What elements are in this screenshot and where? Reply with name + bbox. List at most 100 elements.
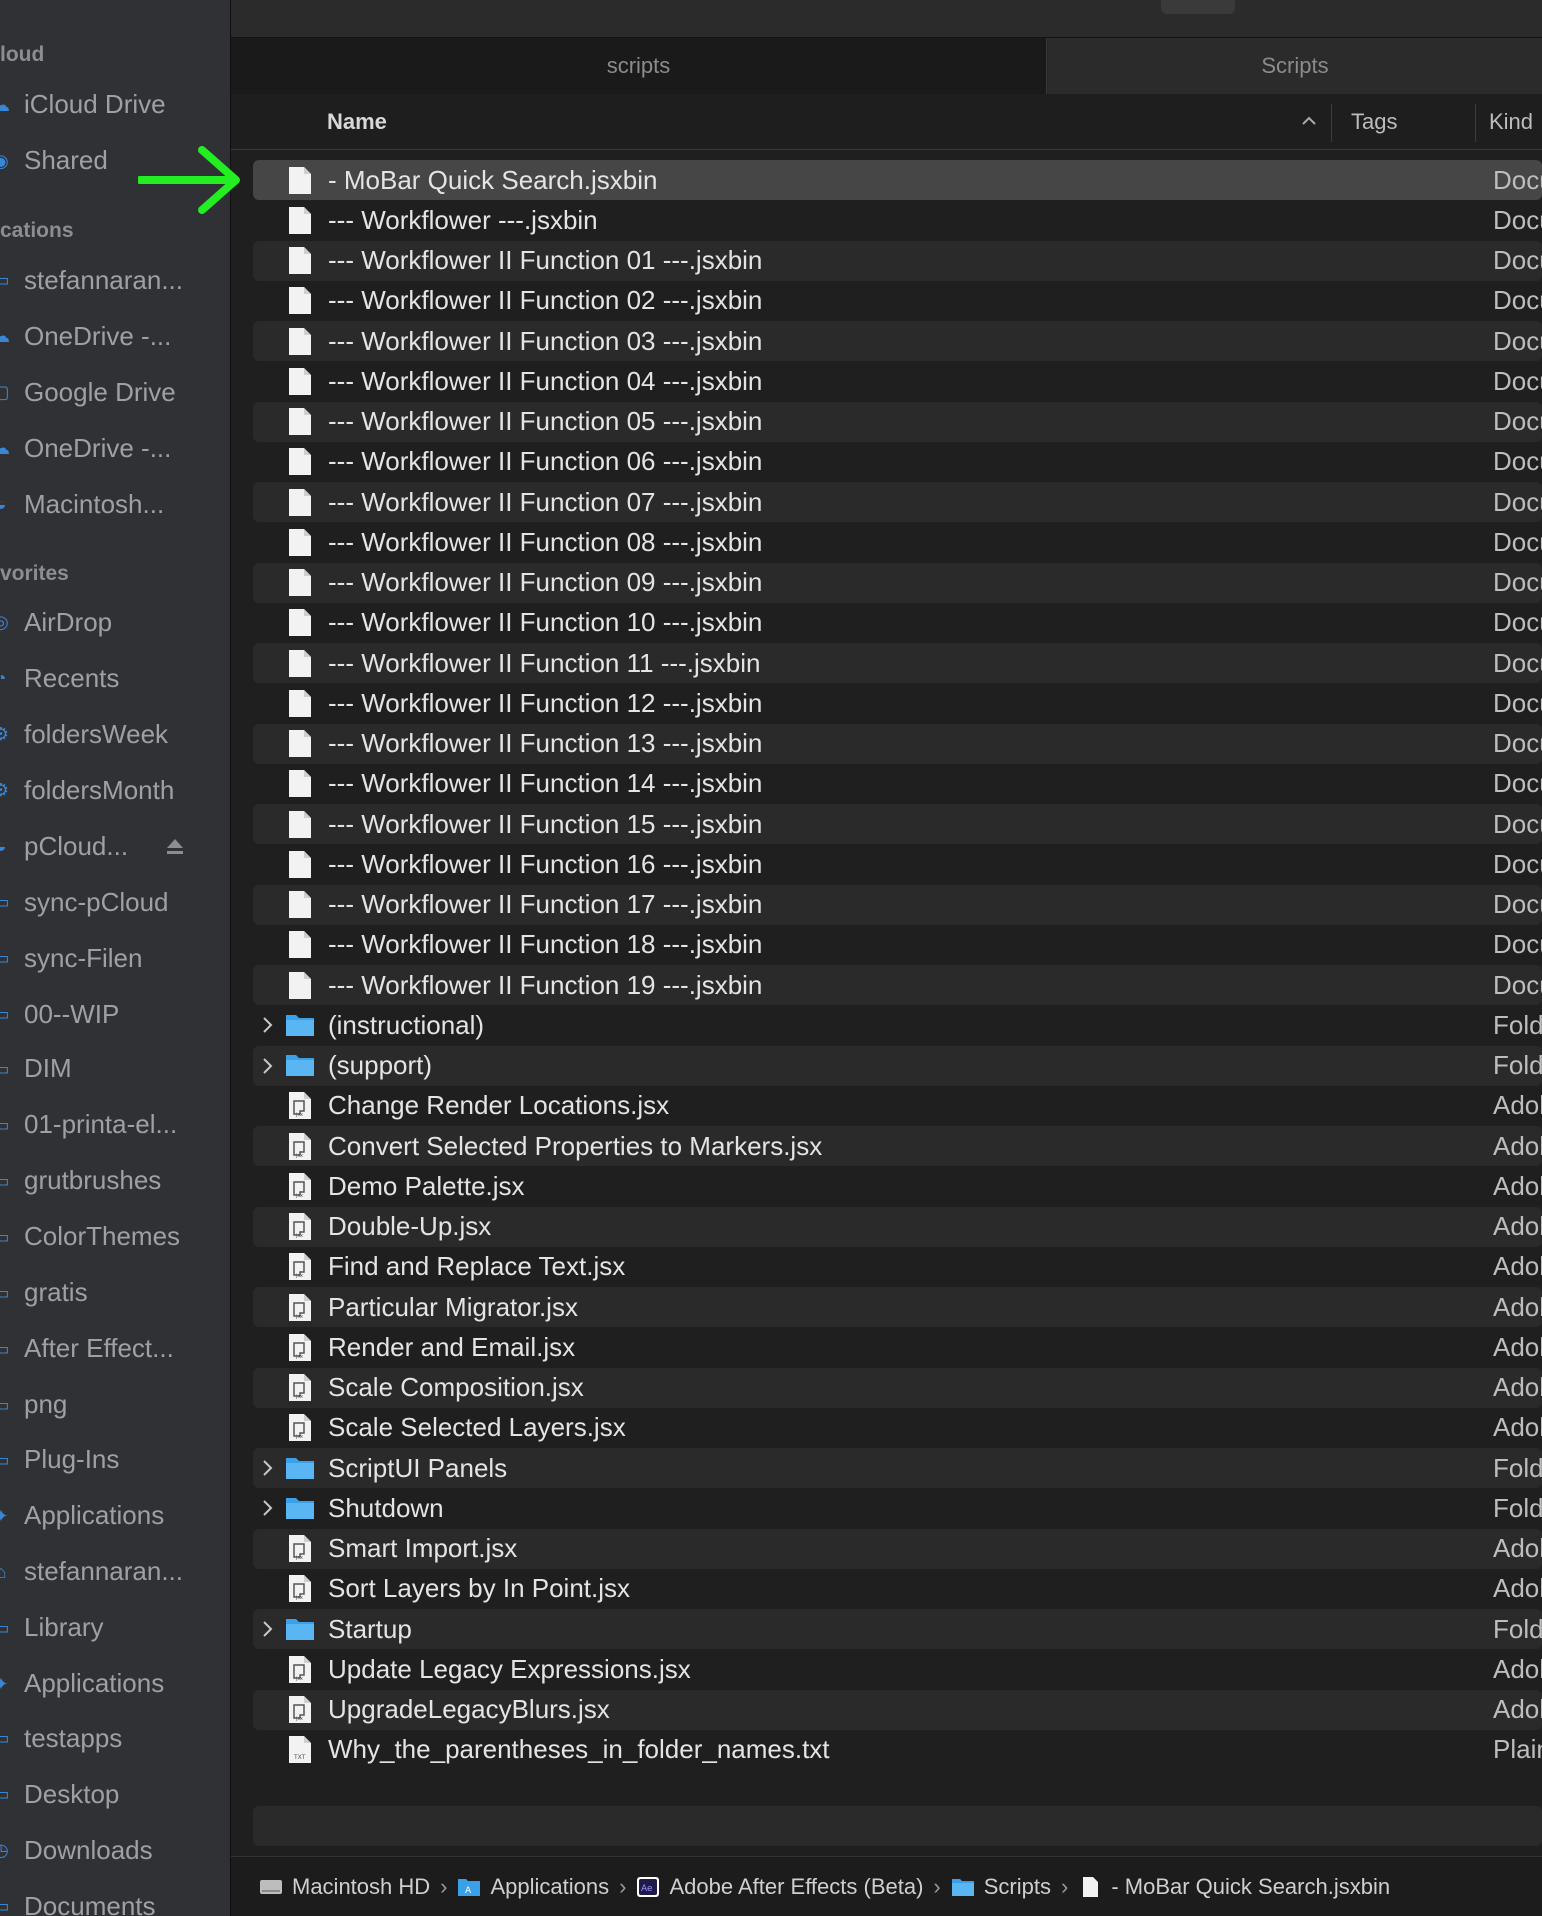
tab-scripts-2[interactable]: Scripts bbox=[1048, 38, 1542, 94]
sidebar-item[interactable]: ▭ 00--WIP bbox=[0, 988, 230, 1040]
script-file-icon: jsx bbox=[288, 1574, 312, 1603]
folder-row[interactable]: Startup Fold bbox=[253, 1609, 1542, 1650]
sidebar-item[interactable]: ▭ Plug-Ins bbox=[0, 1434, 230, 1486]
sidebar-item[interactable]: ◔ Recents bbox=[0, 652, 230, 704]
sidebar-section-header[interactable]: cations bbox=[0, 219, 74, 243]
file-row[interactable]: --- Workflower II Function 15 ---.jsxbin… bbox=[253, 804, 1542, 845]
sidebar-item[interactable]: ▭ stefannaran... bbox=[0, 254, 230, 306]
sidebar-item[interactable]: ☁ OneDrive -... bbox=[0, 422, 230, 474]
file-row[interactable]: jsx Update Legacy Expressions.jsx Adob bbox=[253, 1649, 1542, 1689]
sidebar-item[interactable]: ◷ Downloads bbox=[0, 1824, 230, 1876]
file-row[interactable]: jsx Particular Migrator.jsx Adob bbox=[253, 1287, 1542, 1328]
file-row[interactable]: jsx Smart Import.jsx Adob bbox=[253, 1528, 1542, 1569]
sidebar-item[interactable]: ▭ ColorThemes bbox=[0, 1211, 230, 1263]
folder-row[interactable]: ScriptUI Panels Fold bbox=[253, 1448, 1542, 1489]
file-row[interactable]: jsx Scale Selected Layers.jsx Adob bbox=[253, 1408, 1542, 1448]
file-row[interactable]: --- Workflower II Function 08 ---.jsxbin… bbox=[253, 522, 1542, 562]
sidebar-item[interactable]: ◎ AirDrop bbox=[0, 596, 230, 648]
path-item[interactable]: - MoBar Quick Search.jsxbin bbox=[1078, 1874, 1390, 1900]
sidebar-item[interactable]: ▢ Google Drive bbox=[0, 366, 230, 418]
file-row[interactable]: --- Workflower II Function 13 ---.jsxbin… bbox=[253, 723, 1542, 764]
sidebar-item[interactable]: ◒ Macintosh... bbox=[0, 478, 230, 530]
eject-icon[interactable] bbox=[164, 835, 186, 857]
disclosure-triangle-icon[interactable] bbox=[261, 1458, 275, 1478]
sidebar-item[interactable]: ✦ Applications bbox=[0, 1658, 230, 1710]
file-row[interactable]: --- Workflower II Function 17 ---.jsxbin… bbox=[253, 884, 1542, 925]
file-row[interactable]: --- Workflower II Function 19 ---.jsxbin… bbox=[253, 965, 1542, 1006]
tab-scripts[interactable]: scripts bbox=[231, 38, 1047, 94]
sidebar-item[interactable]: ◒ pCloud... bbox=[0, 820, 230, 872]
file-row[interactable]: --- Workflower II Function 10 ---.jsxbin… bbox=[253, 603, 1542, 643]
sidebar-item[interactable]: ▭ Documents bbox=[0, 1880, 230, 1916]
sidebar-item[interactable]: ☁ iCloud Drive bbox=[0, 79, 230, 131]
sidebar-item[interactable]: ☁ OneDrive -... bbox=[0, 310, 230, 362]
file-row[interactable]: --- Workflower II Function 02 ---.jsxbin… bbox=[253, 281, 1542, 321]
file-row[interactable]: --- Workflower II Function 12 ---.jsxbin… bbox=[253, 683, 1542, 723]
sidebar-item[interactable]: ▭ Library bbox=[0, 1602, 230, 1654]
chevron-up-icon[interactable] bbox=[1301, 114, 1317, 128]
sidebar-item[interactable]: ▭ DIM bbox=[0, 1043, 230, 1095]
disclosure-triangle-icon[interactable] bbox=[261, 1056, 275, 1076]
sidebar-item[interactable]: ▭ gratis bbox=[0, 1267, 230, 1319]
sidebar-item[interactable]: ⌂ stefannaran... bbox=[0, 1546, 230, 1598]
toolbar-segment[interactable] bbox=[1161, 0, 1235, 14]
disclosure-triangle-icon[interactable] bbox=[261, 1015, 275, 1035]
sidebar-item[interactable]: ▭ After Effect... bbox=[0, 1323, 230, 1375]
sidebar-item[interactable]: ▭ 01-printa-el... bbox=[0, 1099, 230, 1151]
file-row[interactable]: --- Workflower II Function 05 ---.jsxbin… bbox=[253, 401, 1542, 442]
file-row[interactable]: --- Workflower II Function 18 ---.jsxbin… bbox=[253, 925, 1542, 965]
disclosure-triangle-icon[interactable] bbox=[261, 1498, 275, 1518]
sidebar-item[interactable]: ▭ Desktop bbox=[0, 1768, 230, 1820]
file-name: Scale Composition.jsx bbox=[328, 1372, 584, 1403]
file-row[interactable]: jsx UpgradeLegacyBlurs.jsx Adob bbox=[253, 1689, 1542, 1730]
file-row[interactable]: jsx Convert Selected Properties to Marker… bbox=[253, 1126, 1542, 1167]
folder-row[interactable]: (support) Fold bbox=[253, 1045, 1542, 1086]
file-row[interactable]: --- Workflower II Function 07 ---.jsxbin… bbox=[253, 482, 1542, 523]
file-row[interactable]: --- Workflower II Function 03 ---.jsxbin… bbox=[253, 321, 1542, 362]
file-row[interactable]: jsx Change Render Locations.jsx Adob bbox=[253, 1086, 1542, 1126]
folder-row[interactable]: (instructional) Fold bbox=[253, 1005, 1542, 1045]
sidebar-section-header[interactable]: vorites bbox=[0, 562, 69, 586]
path-item[interactable]: A Applications bbox=[457, 1874, 609, 1900]
file-row[interactable]: jsx Sort Layers by In Point.jsx Adob bbox=[253, 1569, 1542, 1609]
sidebar-item[interactable]: ⚙ foldersMonth bbox=[0, 764, 230, 816]
file-row[interactable]: --- Workflower II Function 14 ---.jsxbin… bbox=[253, 764, 1542, 804]
folder-row[interactable]: Shutdown Fold bbox=[253, 1488, 1542, 1528]
sidebar-item[interactable]: ▭ grutbrushes bbox=[0, 1155, 230, 1207]
column-header-name[interactable]: Name bbox=[327, 94, 1127, 150]
file-row[interactable]: jsx Scale Composition.jsx Adob bbox=[253, 1367, 1542, 1408]
disclosure-triangle-icon[interactable] bbox=[261, 1619, 275, 1639]
file-row[interactable]: --- Workflower II Function 11 ---.jsxbin… bbox=[253, 643, 1542, 684]
file-row[interactable]: --- Workflower II Function 04 ---.jsxbin… bbox=[253, 361, 1542, 401]
path-item[interactable]: Scripts bbox=[951, 1874, 1051, 1900]
file-name: --- Workflower II Function 14 ---.jsxbin bbox=[328, 768, 763, 799]
file-row[interactable]: --- Workflower II Function 16 ---.jsxbin… bbox=[253, 844, 1542, 884]
file-row[interactable]: jsx Double-Up.jsx Adob bbox=[253, 1206, 1542, 1247]
path-item[interactable]: Ae Adobe After Effects (Beta) bbox=[636, 1874, 923, 1900]
file-row[interactable]: - MoBar Quick Search.jsxbin Docu bbox=[253, 160, 1542, 201]
path-bar: Macintosh HD › A Applications › Ae Adobe After… bbox=[231, 1856, 1542, 1916]
file-row[interactable]: --- Workflower II Function 01 ---.jsxbin… bbox=[253, 240, 1542, 281]
column-header-kind[interactable]: Kind bbox=[1489, 94, 1542, 150]
file-row[interactable]: --- Workflower II Function 06 ---.jsxbin… bbox=[253, 442, 1542, 482]
sidebar-item[interactable]: ▭ png bbox=[0, 1379, 230, 1431]
sidebar-item[interactable]: ⚙ foldersWeek bbox=[0, 708, 230, 760]
file-row[interactable]: jsx Demo Palette.jsx Adob bbox=[253, 1166, 1542, 1206]
file-row[interactable]: jsx Find and Replace Text.jsx Adob bbox=[253, 1247, 1542, 1287]
file-row[interactable]: TXT Why_the_parentheses_in_folder_names.t… bbox=[253, 1730, 1542, 1770]
file-row[interactable]: --- Workflower ---.jsxbin Docu bbox=[253, 200, 1542, 240]
sidebar-item[interactable]: ▭ sync-pCloud bbox=[0, 876, 230, 928]
sidebar-item-label: OneDrive -... bbox=[24, 432, 172, 463]
svg-text:A: A bbox=[465, 1886, 472, 1896]
sidebar-item[interactable]: ✦ Applications bbox=[0, 1490, 230, 1542]
document-icon bbox=[288, 246, 312, 275]
path-item[interactable]: Macintosh HD bbox=[259, 1874, 430, 1900]
sidebar-section-header[interactable]: loud bbox=[0, 43, 44, 67]
file-row[interactable]: --- Workflower II Function 09 ---.jsxbin… bbox=[253, 562, 1542, 603]
column-header-tags[interactable]: Tags bbox=[1351, 94, 1471, 150]
column-divider[interactable] bbox=[1475, 104, 1476, 142]
sidebar-item[interactable]: ▭ testapps bbox=[0, 1712, 230, 1764]
sidebar-item[interactable]: ▭ sync-Filen bbox=[0, 932, 230, 984]
column-divider[interactable] bbox=[1331, 104, 1332, 142]
file-row[interactable]: jsx Render and Email.jsx Adob bbox=[253, 1327, 1542, 1367]
